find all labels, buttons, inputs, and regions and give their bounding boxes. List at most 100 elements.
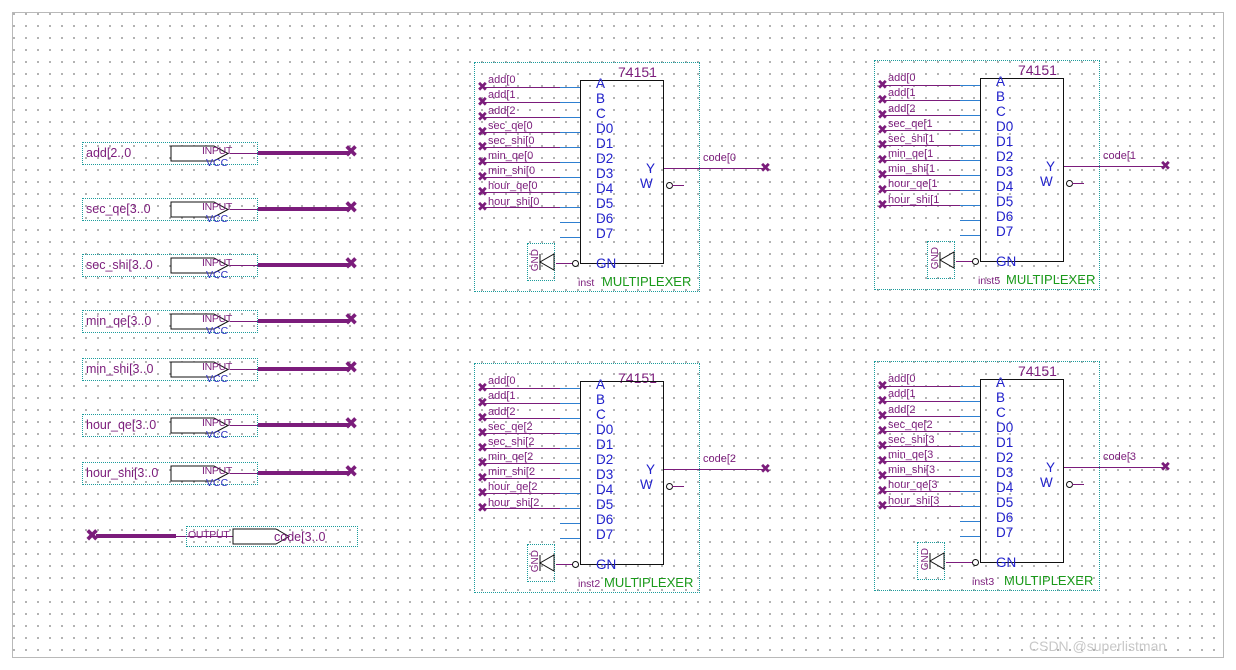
output-pin-label[interactable]: code[3..0 [274, 530, 325, 544]
chip-2-net-wire-1[interactable] [483, 403, 560, 404]
schematic-canvas[interactable]: add[2..0 INPUT VCC ✖ sec_qe[3..0 INPUT V… [0, 0, 1236, 670]
input-wire-stub-0[interactable] [230, 153, 260, 154]
input-endpoint-marker-5[interactable]: ✖ [344, 416, 358, 433]
input-wire-stub-6[interactable] [230, 473, 260, 474]
chip-1-net-marker-8[interactable]: ✖ [877, 199, 888, 212]
chip-1-output-marker[interactable]: ✖ [1160, 160, 1171, 173]
chip-3-net-marker-7[interactable]: ✖ [877, 485, 888, 498]
chip-3-net-wire-7[interactable] [883, 491, 960, 492]
chip-1-output-wire[interactable] [1064, 166, 1166, 167]
chip-0-net-marker-3[interactable]: ✖ [477, 126, 488, 139]
input-wire-stub-3[interactable] [230, 321, 260, 322]
input-endpoint-marker-4[interactable]: ✖ [344, 360, 358, 377]
chip-2-net-marker-5[interactable]: ✖ [477, 457, 488, 470]
chip-0-output-marker[interactable]: ✖ [760, 162, 771, 175]
chip-0-net-wire-2[interactable] [483, 117, 560, 118]
chip-0-net-marker-7[interactable]: ✖ [477, 186, 488, 199]
chip-3-net-marker-2[interactable]: ✖ [877, 410, 888, 423]
chip-2-net-wire-5[interactable] [483, 463, 560, 464]
input-bus-6[interactable] [258, 471, 350, 475]
chip-3-net-marker-0[interactable]: ✖ [877, 380, 888, 393]
input-pin-label-6[interactable]: hour_shi[3..0 [86, 466, 158, 480]
chip-0-net-wire-5[interactable] [483, 162, 560, 163]
chip-0-net-wire-0[interactable] [483, 87, 560, 88]
chip-3-net-marker-3[interactable]: ✖ [877, 425, 888, 438]
chip-3-net-wire-3[interactable] [883, 431, 960, 432]
input-bus-4[interactable] [258, 367, 350, 371]
input-pin-label-1[interactable]: sec_qe[3..0 [86, 202, 151, 216]
chip-1-net-wire-5[interactable] [883, 160, 960, 161]
chip-1-net-wire-4[interactable] [883, 145, 960, 146]
input-bus-2[interactable] [258, 263, 350, 267]
chip-3-net-marker-1[interactable]: ✖ [877, 395, 888, 408]
chip-2-output-marker[interactable]: ✖ [760, 463, 771, 476]
gnd-icon-2[interactable] [538, 553, 556, 573]
chip-1-net-marker-7[interactable]: ✖ [877, 184, 888, 197]
input-endpoint-marker-2[interactable]: ✖ [344, 256, 358, 273]
input-bus-1[interactable] [258, 207, 350, 211]
chip-1-net-marker-3[interactable]: ✖ [877, 124, 888, 137]
gnd-icon-0[interactable] [538, 252, 556, 272]
chip-3-net-wire-2[interactable] [883, 416, 960, 417]
chip-2-net-marker-0[interactable]: ✖ [477, 382, 488, 395]
input-endpoint-marker-6[interactable]: ✖ [344, 464, 358, 481]
chip-2-net-wire-7[interactable] [483, 493, 560, 494]
chip-0-net-marker-4[interactable]: ✖ [477, 141, 488, 154]
output-bus[interactable] [96, 534, 176, 538]
chip-0-net-wire-6[interactable] [483, 177, 560, 178]
gnd-icon-3[interactable] [928, 551, 946, 571]
input-wire-stub-5[interactable] [230, 425, 260, 426]
chip-3-net-wire-5[interactable] [883, 461, 960, 462]
chip-2-net-marker-2[interactable]: ✖ [477, 412, 488, 425]
chip-2-net-wire-6[interactable] [483, 478, 560, 479]
input-endpoint-marker-1[interactable]: ✖ [344, 200, 358, 217]
chip-0-net-marker-8[interactable]: ✖ [477, 201, 488, 214]
input-pin-label-4[interactable]: min_shi[3..0 [86, 362, 153, 376]
input-bus-3[interactable] [258, 319, 350, 323]
chip-1-net-marker-0[interactable]: ✖ [877, 79, 888, 92]
chip-1-net-marker-4[interactable]: ✖ [877, 139, 888, 152]
input-pin-label-3[interactable]: min_qe[3..0 [86, 314, 151, 328]
chip-1-net-wire-1[interactable] [883, 100, 960, 101]
input-wire-stub-1[interactable] [230, 209, 260, 210]
input-bus-0[interactable] [258, 151, 350, 155]
input-endpoint-marker-3[interactable]: ✖ [344, 312, 358, 329]
chip-1-net-wire-6[interactable] [883, 175, 960, 176]
gnd-icon-1[interactable] [938, 250, 956, 270]
chip-0-net-wire-1[interactable] [483, 102, 560, 103]
chip-0-net-marker-2[interactable]: ✖ [477, 111, 488, 124]
chip-3-net-wire-4[interactable] [883, 446, 960, 447]
input-wire-stub-4[interactable] [230, 369, 260, 370]
chip-0-net-marker-1[interactable]: ✖ [477, 96, 488, 109]
chip-2-output-wire[interactable] [664, 469, 766, 470]
chip-2-net-wire-2[interactable] [483, 418, 560, 419]
chip-1-net-marker-5[interactable]: ✖ [877, 154, 888, 167]
chip-3-net-marker-8[interactable]: ✖ [877, 500, 888, 513]
chip-0-net-wire-4[interactable] [483, 147, 560, 148]
chip-1-net-wire-7[interactable] [883, 190, 960, 191]
chip-2-net-wire-3[interactable] [483, 433, 560, 434]
chip-2-net-marker-1[interactable]: ✖ [477, 397, 488, 410]
chip-3-net-wire-6[interactable] [883, 476, 960, 477]
chip-2-net-wire-0[interactable] [483, 388, 560, 389]
chip-2-net-marker-4[interactable]: ✖ [477, 442, 488, 455]
chip-3-net-wire-1[interactable] [883, 401, 960, 402]
input-pin-label-5[interactable]: hour_qe[3..0 [86, 418, 156, 432]
chip-2-net-marker-7[interactable]: ✖ [477, 487, 488, 500]
chip-3-output-wire[interactable] [1064, 467, 1166, 468]
chip-0-net-marker-5[interactable]: ✖ [477, 156, 488, 169]
input-endpoint-marker-0[interactable]: ✖ [344, 144, 358, 161]
chip-2-net-wire-4[interactable] [483, 448, 560, 449]
chip-2-net-marker-6[interactable]: ✖ [477, 472, 488, 485]
chip-1-net-marker-6[interactable]: ✖ [877, 169, 888, 182]
input-wire-stub-2[interactable] [230, 265, 260, 266]
chip-0-net-wire-3[interactable] [483, 132, 560, 133]
input-pin-label-2[interactable]: sec_shi[3..0 [86, 258, 153, 272]
chip-1-net-wire-3[interactable] [883, 130, 960, 131]
input-pin-label-0[interactable]: add[2..0 [86, 146, 131, 160]
chip-3-net-marker-6[interactable]: ✖ [877, 470, 888, 483]
input-bus-5[interactable] [258, 423, 350, 427]
chip-3-net-marker-4[interactable]: ✖ [877, 440, 888, 453]
chip-2-net-marker-8[interactable]: ✖ [477, 502, 488, 515]
chip-1-net-wire-2[interactable] [883, 115, 960, 116]
